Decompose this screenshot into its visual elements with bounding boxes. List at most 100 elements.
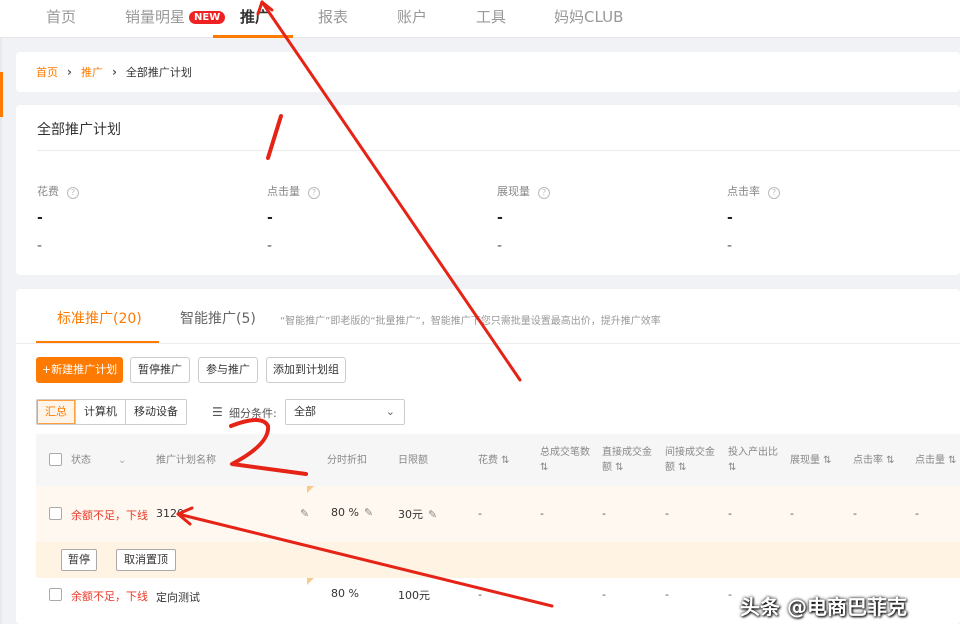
row-cost: -	[478, 507, 482, 520]
tab-standard-promotion[interactable]: 标准推广(20)	[57, 308, 142, 328]
row-discount: 80 % ✎	[331, 506, 373, 519]
row-discount: 80 %	[331, 587, 359, 600]
pause-promotion-button[interactable]: 暂停推广	[130, 357, 190, 383]
tab-smart-promotion[interactable]: 智能推广(5)	[180, 308, 256, 328]
metric-ctr: 点击率? - -	[727, 183, 780, 254]
list-icon: ☰	[212, 405, 223, 419]
header-total-deals[interactable]: 总成交笔数 ⇅	[540, 445, 596, 475]
row-roi: -	[728, 507, 732, 520]
row-direct-amount: -	[602, 588, 606, 601]
chevron-down-icon[interactable]: ⌄	[118, 453, 126, 468]
row-indirect-amount: -	[665, 588, 669, 601]
filter-select[interactable]: 全部 ⌄	[285, 399, 405, 425]
metric-compare-value: -	[497, 238, 503, 254]
metric-label: 花费	[37, 185, 59, 198]
metric-impressions: 展现量? - -	[497, 183, 550, 254]
metric-value: -	[267, 210, 273, 226]
metric-clicks: 点击量? - -	[267, 183, 320, 254]
row-roi: -	[728, 588, 732, 601]
new-plan-button[interactable]: +新建推广计划	[36, 357, 123, 383]
header-label: 间接成交金额	[665, 447, 715, 473]
filter-select-value: 全部	[294, 405, 316, 418]
nav-tools[interactable]: 工具	[476, 6, 506, 27]
row-status: 余额不足，下线	[71, 590, 148, 603]
row-cost: -	[478, 588, 482, 601]
header-label: 投入产出比	[728, 447, 778, 458]
segment-mobile[interactable]: 移动设备	[126, 400, 186, 424]
plan-list-card: 标准推广(20) 智能推广(5) “智能推广”即老版的“批量推广”，智能推广下您…	[16, 289, 960, 624]
corner-marker	[307, 486, 314, 493]
row-status: 余额不足，下线	[71, 509, 148, 522]
metric-label: 展现量	[497, 185, 530, 198]
overview-divider	[37, 150, 960, 151]
header-label: 直接成交金额	[602, 447, 652, 473]
select-all-checkbox[interactable]	[49, 453, 62, 466]
nav-sales-star[interactable]: 销量明星 NEW	[125, 6, 226, 27]
edit-icon[interactable]: ✎	[364, 506, 373, 519]
segment-summary[interactable]: 汇总	[37, 400, 76, 424]
chevron-right-icon: ›	[111, 65, 117, 79]
help-icon[interactable]: ?	[67, 187, 79, 199]
nav-promotion[interactable]: 推广	[240, 6, 270, 27]
breadcrumb-home[interactable]: 首页	[36, 64, 58, 80]
chevron-right-icon: ›	[67, 65, 72, 79]
device-segment: 汇总 计算机 移动设备	[36, 399, 187, 425]
table-header: 状态 ⌄ 推广计划名称 分时折扣 日限额 花费 ⇅ 总成交笔数 ⇅ 直接成交金额 …	[36, 434, 960, 486]
nav-active-underline	[213, 35, 293, 38]
header-label: 总成交笔数	[540, 447, 590, 458]
row-discount-value: 80 %	[331, 506, 359, 519]
header-daily-budget: 日限额	[398, 455, 428, 466]
nav-mama-club[interactable]: 妈妈CLUB	[554, 6, 623, 27]
header-cost[interactable]: 花费 ⇅	[478, 453, 510, 468]
metric-label: 点击量	[267, 185, 300, 198]
header-status: 状态	[71, 455, 91, 466]
row-unpin-button[interactable]: 取消置顶	[116, 549, 176, 571]
tabs-divider	[16, 343, 960, 344]
metric-compare-value: -	[727, 238, 733, 254]
metric-value: -	[497, 210, 503, 226]
metric-label: 点击率	[727, 185, 760, 198]
left-rail	[0, 38, 2, 624]
help-icon[interactable]: ?	[768, 187, 780, 199]
add-to-group-button[interactable]: 添加到计划组	[266, 357, 346, 383]
header-clicks[interactable]: 点击量 ⇅	[915, 453, 957, 468]
segment-computer[interactable]: 计算机	[76, 400, 126, 424]
watermark: 头条 @电商巴菲克	[740, 595, 907, 619]
row-plan-name[interactable]: 定向测试	[156, 589, 200, 605]
join-promotion-button[interactable]: 参与推广	[198, 357, 258, 383]
row-impressions: -	[790, 507, 794, 520]
tab-note: “智能推广”即老版的“批量推广”，智能推广下您只需批量设置最高出价，提升推广效率	[280, 316, 661, 327]
metric-compare-value: -	[37, 238, 43, 254]
header-impressions[interactable]: 展现量 ⇅	[790, 453, 832, 468]
metric-value: -	[37, 210, 43, 226]
metric-value: -	[727, 210, 733, 226]
row-plan-name[interactable]: 3120	[156, 507, 184, 520]
row-budget: 30元 ✎	[398, 506, 437, 522]
nav-reports[interactable]: 报表	[318, 6, 348, 27]
edit-icon[interactable]: ✎	[428, 508, 437, 521]
nav-home[interactable]: 首页	[46, 6, 76, 27]
breadcrumb-current: 全部推广计划	[125, 66, 192, 79]
edit-icon[interactable]: ✎	[300, 507, 309, 520]
row-pause-button[interactable]: 暂停	[61, 549, 97, 571]
header-time-discount: 分时折扣	[327, 455, 367, 466]
corner-marker	[307, 578, 314, 585]
help-icon[interactable]: ?	[308, 187, 320, 199]
breadcrumb: 首页 › 推广 › 全部推广计划	[16, 52, 960, 92]
row-budget: 100元	[398, 589, 430, 602]
row-checkbox[interactable]	[49, 588, 62, 601]
overview-title: 全部推广计划	[37, 122, 121, 138]
header-ctr[interactable]: 点击率 ⇅	[853, 453, 895, 468]
row-actions: 暂停 取消置顶	[36, 542, 960, 578]
row-direct-amount: -	[602, 507, 606, 520]
header-indirect-amount[interactable]: 间接成交金额 ⇅	[665, 445, 721, 475]
table-row: 余额不足，下线 3120 ✎ 80 % ✎ 30元 ✎ - - - - - - - …	[36, 486, 960, 542]
header-direct-amount[interactable]: 直接成交金额 ⇅	[602, 445, 658, 475]
help-icon[interactable]: ?	[538, 187, 550, 199]
breadcrumb-promotion[interactable]: 推广	[81, 64, 103, 80]
row-checkbox[interactable]	[49, 507, 62, 520]
nav-account[interactable]: 账户	[397, 6, 427, 27]
header-roi[interactable]: 投入产出比 ⇅	[728, 445, 784, 475]
row-indirect-amount: -	[665, 507, 669, 520]
metric-compare-value: -	[267, 238, 273, 254]
